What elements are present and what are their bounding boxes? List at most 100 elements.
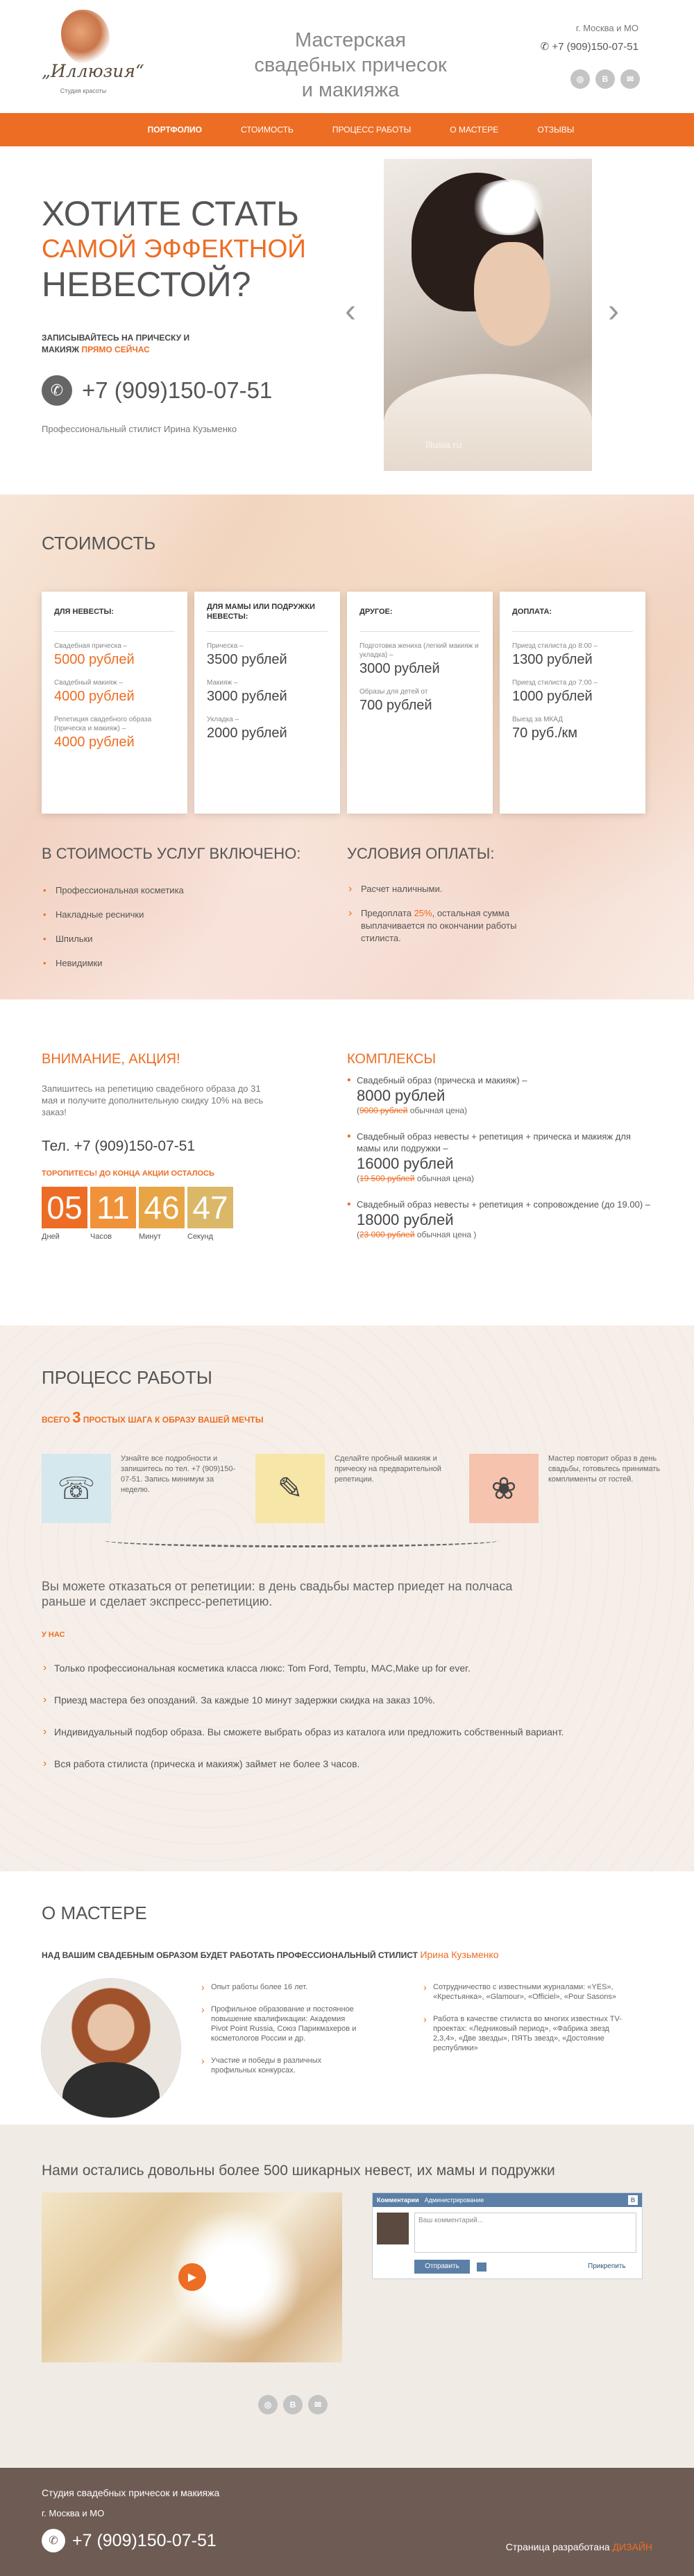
steps-title-pre: Всего [42,1415,73,1425]
promo-text: Запишитесь на репетицию свадебного образ… [42,1083,264,1117]
payment-text: Предоплата [361,908,414,918]
photo-torso [62,2062,160,2118]
included-title: В стоимость услуг включено: [42,845,301,862]
header-phone-number: +7 (909)150-07-51 [552,41,638,53]
attach-link[interactable]: Прикрепить [588,2262,626,2270]
timer-value: 11 [90,1187,136,1228]
hero-phone-number: +7 (909)150-07-51 [82,377,273,403]
phone-icon: ☏ [42,1454,111,1523]
vk-comments-widget: Комментарии Администрирование В Ваш коммен… [372,2192,643,2279]
vk-logo-icon: В [628,2195,638,2205]
nav-item-prices[interactable]: Стоимость [221,113,313,146]
master-fact: Опыт работы более 16 лет. [201,1982,361,1992]
master-photo [42,1979,180,2118]
combo-old-value: 19 500 рублей [359,1174,415,1183]
process-note: Вы можете отказаться от репетиции: в ден… [42,1579,513,1608]
process-us-item: Вся работа стилиста (прическа и макияж) … [42,1758,597,1770]
price-item: Выезд за МКАД 70 руб./км [512,715,633,742]
process-steps-title: Всего 3 простых шага к образу вашей мечт… [42,1409,264,1427]
instagram-icon[interactable]: ◎ [258,2395,278,2414]
process-us-item: Приезд мастера без опозданий. За каждые … [42,1694,597,1706]
photo-flowers [467,180,550,235]
vk-header-admin[interactable]: Администрирование [425,2197,484,2204]
logo-subtitle: Студия красоты [60,87,107,94]
comment-input[interactable]: Ваш комментарий... [414,2213,636,2253]
combo-old-value: 9000 рублей [359,1106,408,1115]
payment-percent: 25% [414,908,432,918]
combo-name: Свадебный образ (прическа и макияж) – [357,1075,527,1085]
nav-item-portfolio[interactable]: Портфолио [128,113,221,146]
payment-list: Расчет наличными. Предоплата 25%, осталь… [347,883,555,956]
price-item-label: Выезд за МКАД [512,716,564,723]
developer-link[interactable]: ДИЗАЙН [612,2541,652,2552]
hero-phone[interactable]: ✆ +7 (909)150-07-51 [42,375,272,406]
price-card-bride: Для невесты: Свадебная прическа – 5000 ру… [42,592,187,814]
slider-next-arrow-icon[interactable]: › [608,292,619,330]
price-item-value: 1300 рублей [512,652,593,667]
reviews-title: Нами остались довольны более 500 шикарны… [42,2163,555,2179]
hero-title-line-1: ХОТИТЕ СТАТЬ [42,194,299,233]
included-item: Накладные реснички [42,909,184,921]
nav-item-reviews[interactable]: Отзывы [518,113,593,146]
prices-section: Стоимость Для невесты: Свадебная прическ… [0,495,694,999]
photo-dress [384,374,592,471]
combo-item: Свадебный образ невесты + репетиция + со… [347,1199,652,1239]
hero-subtitle: ЗАПИСЫВАЙТЕСЬ НА ПРИЧЕСКУ И МАКИЯЖ ПРЯМО… [42,332,201,356]
vk-share-icon[interactable] [477,2262,486,2272]
step-text: Сделайте пробный макияж и прическу на пр… [335,1454,441,1484]
process-us-list: Только профессиональная косметика класса… [42,1662,597,1789]
vk-icon[interactable]: В [283,2395,303,2414]
price-item-label: Свадебная прическа – [54,642,128,650]
price-item-value: 5000 рублей [54,652,135,667]
promo-section: Внимание, акция! Запишитесь на репетицию… [0,999,694,1325]
vk-header-title: Комментарии [377,2197,419,2204]
vk-widget-header: Комментарии Администрирование В [373,2193,642,2207]
review-video[interactable]: ▶ [42,2192,342,2362]
hero-bride-photo: Illusia.ru [384,159,592,471]
promo-countdown-label: Торопитесь! До конца акции осталось [42,1169,214,1178]
combo-old-price: (23 000 рублей обычная цена ) [357,1230,477,1239]
combo-item: Свадебный образ (прическа и макияж) – 80… [347,1074,652,1115]
logo-hair-illustration [61,10,110,65]
price-item-value: 4000 рублей [54,689,135,704]
mail-icon[interactable]: ✉ [620,69,640,89]
master-fact: Профильное образование и постоянное повы… [201,2004,361,2043]
play-icon[interactable]: ▶ [178,2263,206,2291]
timer-label: Секунд [187,1233,213,1241]
timer-label: Часов [90,1233,112,1241]
studio-logo[interactable]: „Иллюзия“ Студия красоты [42,10,144,100]
price-item: Свадебная прическа – 5000 рублей [54,642,175,669]
instagram-icon[interactable]: ◎ [570,69,590,89]
nav-item-process[interactable]: Процесс работы [313,113,430,146]
bride-sketch-icon: ❀ [469,1454,539,1523]
price-item: Приезд стилиста до 8:00 – 1300 рублей [512,642,633,669]
included-item: Шпильки [42,933,184,945]
price-item-value: 4000 рублей [54,735,135,750]
price-card-head: Для невесты: [54,592,175,632]
combo-name: Свадебный образ невесты + репетиция + со… [357,1199,651,1210]
timer-value: 05 [42,1187,87,1228]
site-header: „Иллюзия“ Студия красоты Мастерская свад… [0,0,694,113]
price-item: Репетиция свадебного образа (прическа и … [54,715,175,751]
mail-icon[interactable]: ✉ [308,2395,328,2414]
price-item-label: Репетиция свадебного образа (прическа и … [54,716,152,732]
nav-item-master[interactable]: О мастере [430,113,518,146]
footer-phone[interactable]: ✆ +7 (909)150-07-51 [42,2529,217,2552]
vk-icon[interactable]: В [595,69,615,89]
photo-watermark: Illusia.ru [425,439,462,450]
combos-list: Свадебный образ (прическа и макияж) – 80… [347,1074,652,1255]
combo-old-suffix: обычная цена ) [414,1230,477,1239]
photo-face [474,242,550,346]
header-phone[interactable]: ✆ +7 (909)150-07-51 [541,40,638,53]
price-item-label: Макияж – [207,679,238,687]
combo-price: 18000 рублей [357,1211,454,1228]
header-city: г. Москва и МО [575,23,638,33]
developer-label: Страница разработана [505,2541,610,2552]
reviews-section: Нами остались довольны более 500 шикарны… [0,2124,694,2468]
master-lead-text: Над вашим свадебным образом будет работа… [42,1950,421,1960]
price-card-head: Другое: [359,592,480,632]
promo-phone[interactable]: Тел. +7 (909)150-07-51 [42,1138,195,1155]
send-comment-button[interactable]: Отправить [414,2260,470,2274]
slider-prev-arrow-icon[interactable]: ‹ [345,292,356,330]
included-item: Профессиональная косметика [42,884,184,897]
